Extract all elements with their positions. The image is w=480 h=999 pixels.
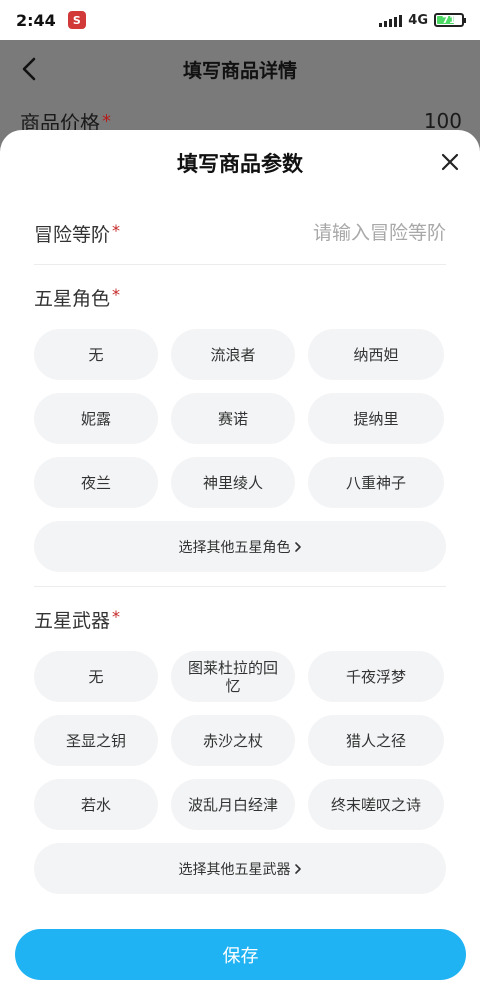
close-icon[interactable] bbox=[436, 148, 464, 176]
status-bar: 2:44 S 4G 71 bbox=[0, 0, 480, 40]
character-option[interactable]: 流浪者 bbox=[171, 329, 295, 380]
characters-section: 五星角色 * 无 流浪者 纳西妲 妮露 赛诺 提纳里 夜兰 神里绫人 八重神子 … bbox=[34, 265, 446, 587]
more-weapons-button[interactable]: 选择其他五星武器 bbox=[34, 843, 446, 894]
character-option[interactable]: 八重神子 bbox=[308, 457, 444, 508]
adventure-rank-row: 冒险等阶 * bbox=[34, 202, 446, 265]
characters-grid: 无 流浪者 纳西妲 妮露 赛诺 提纳里 夜兰 神里绫人 八重神子 bbox=[34, 329, 446, 508]
save-button[interactable]: 保存 bbox=[15, 929, 466, 980]
weapon-option[interactable]: 猎人之径 bbox=[308, 715, 444, 766]
sheet-header: 填写商品参数 bbox=[0, 130, 480, 194]
params-sheet: 填写商品参数 冒险等阶 * 五星角色 * 无 流浪者 纳西妲 妮露 赛诺 提纳里… bbox=[0, 130, 480, 999]
weapons-title: 五星武器 * bbox=[34, 587, 446, 651]
status-time: 2:44 bbox=[16, 10, 56, 30]
required-mark: * bbox=[112, 606, 121, 626]
character-option[interactable]: 妮露 bbox=[34, 393, 158, 444]
page-title: 填写商品详情 bbox=[182, 59, 297, 82]
weapon-option[interactable]: 终末嗟叹之诗 bbox=[308, 779, 444, 830]
more-weapons-label: 选择其他五星武器 bbox=[178, 861, 291, 878]
chevron-right-icon bbox=[294, 541, 302, 553]
network-type: 4G bbox=[408, 12, 428, 28]
chevron-right-icon bbox=[294, 863, 302, 875]
weapons-grid: 无 图莱杜拉的回忆 千夜浮梦 圣显之钥 赤沙之杖 猎人之径 若水 波乱月白经津 … bbox=[34, 651, 446, 830]
weapons-label: 五星武器 bbox=[34, 609, 111, 632]
character-option[interactable]: 无 bbox=[34, 329, 158, 380]
status-indicators: 4G 71 bbox=[379, 12, 466, 28]
weapon-option[interactable]: 无 bbox=[34, 651, 158, 702]
weapon-option[interactable]: 赤沙之杖 bbox=[171, 715, 295, 766]
required-mark: * bbox=[112, 220, 121, 240]
weapon-option[interactable]: 波乱月白经津 bbox=[171, 779, 295, 830]
character-option[interactable]: 夜兰 bbox=[34, 457, 158, 508]
adventure-rank-label: 冒险等阶 bbox=[34, 223, 111, 246]
more-characters-label: 选择其他五星角色 bbox=[178, 539, 291, 556]
characters-title: 五星角色 * bbox=[34, 265, 446, 329]
characters-label: 五星角色 bbox=[34, 287, 111, 310]
required-mark: * bbox=[102, 110, 111, 132]
page-header: 填写商品详情 bbox=[0, 40, 480, 98]
adventure-rank-input[interactable] bbox=[256, 222, 446, 244]
weapon-option[interactable]: 图莱杜拉的回忆 bbox=[171, 651, 295, 702]
sheet-title: 填写商品参数 bbox=[177, 152, 303, 176]
weapon-option[interactable]: 若水 bbox=[34, 779, 158, 830]
character-option[interactable]: 提纳里 bbox=[308, 393, 444, 444]
weapon-option[interactable]: 千夜浮梦 bbox=[308, 651, 444, 702]
more-characters-button[interactable]: 选择其他五星角色 bbox=[34, 521, 446, 572]
weapon-option[interactable]: 圣显之钥 bbox=[34, 715, 158, 766]
character-option[interactable]: 神里绫人 bbox=[171, 457, 295, 508]
battery-icon: 71 bbox=[434, 13, 466, 27]
character-option[interactable]: 纳西妲 bbox=[308, 329, 444, 380]
signal-icon bbox=[379, 13, 403, 27]
battery-percent: 71 bbox=[442, 14, 456, 26]
app-badge-icon: S bbox=[67, 11, 86, 29]
required-mark: * bbox=[112, 284, 121, 304]
weapons-section: 五星武器 * 无 图莱杜拉的回忆 千夜浮梦 圣显之钥 赤沙之杖 猎人之径 若水 … bbox=[34, 587, 446, 894]
character-option[interactable]: 赛诺 bbox=[171, 393, 295, 444]
back-arrow-icon[interactable] bbox=[18, 56, 40, 82]
